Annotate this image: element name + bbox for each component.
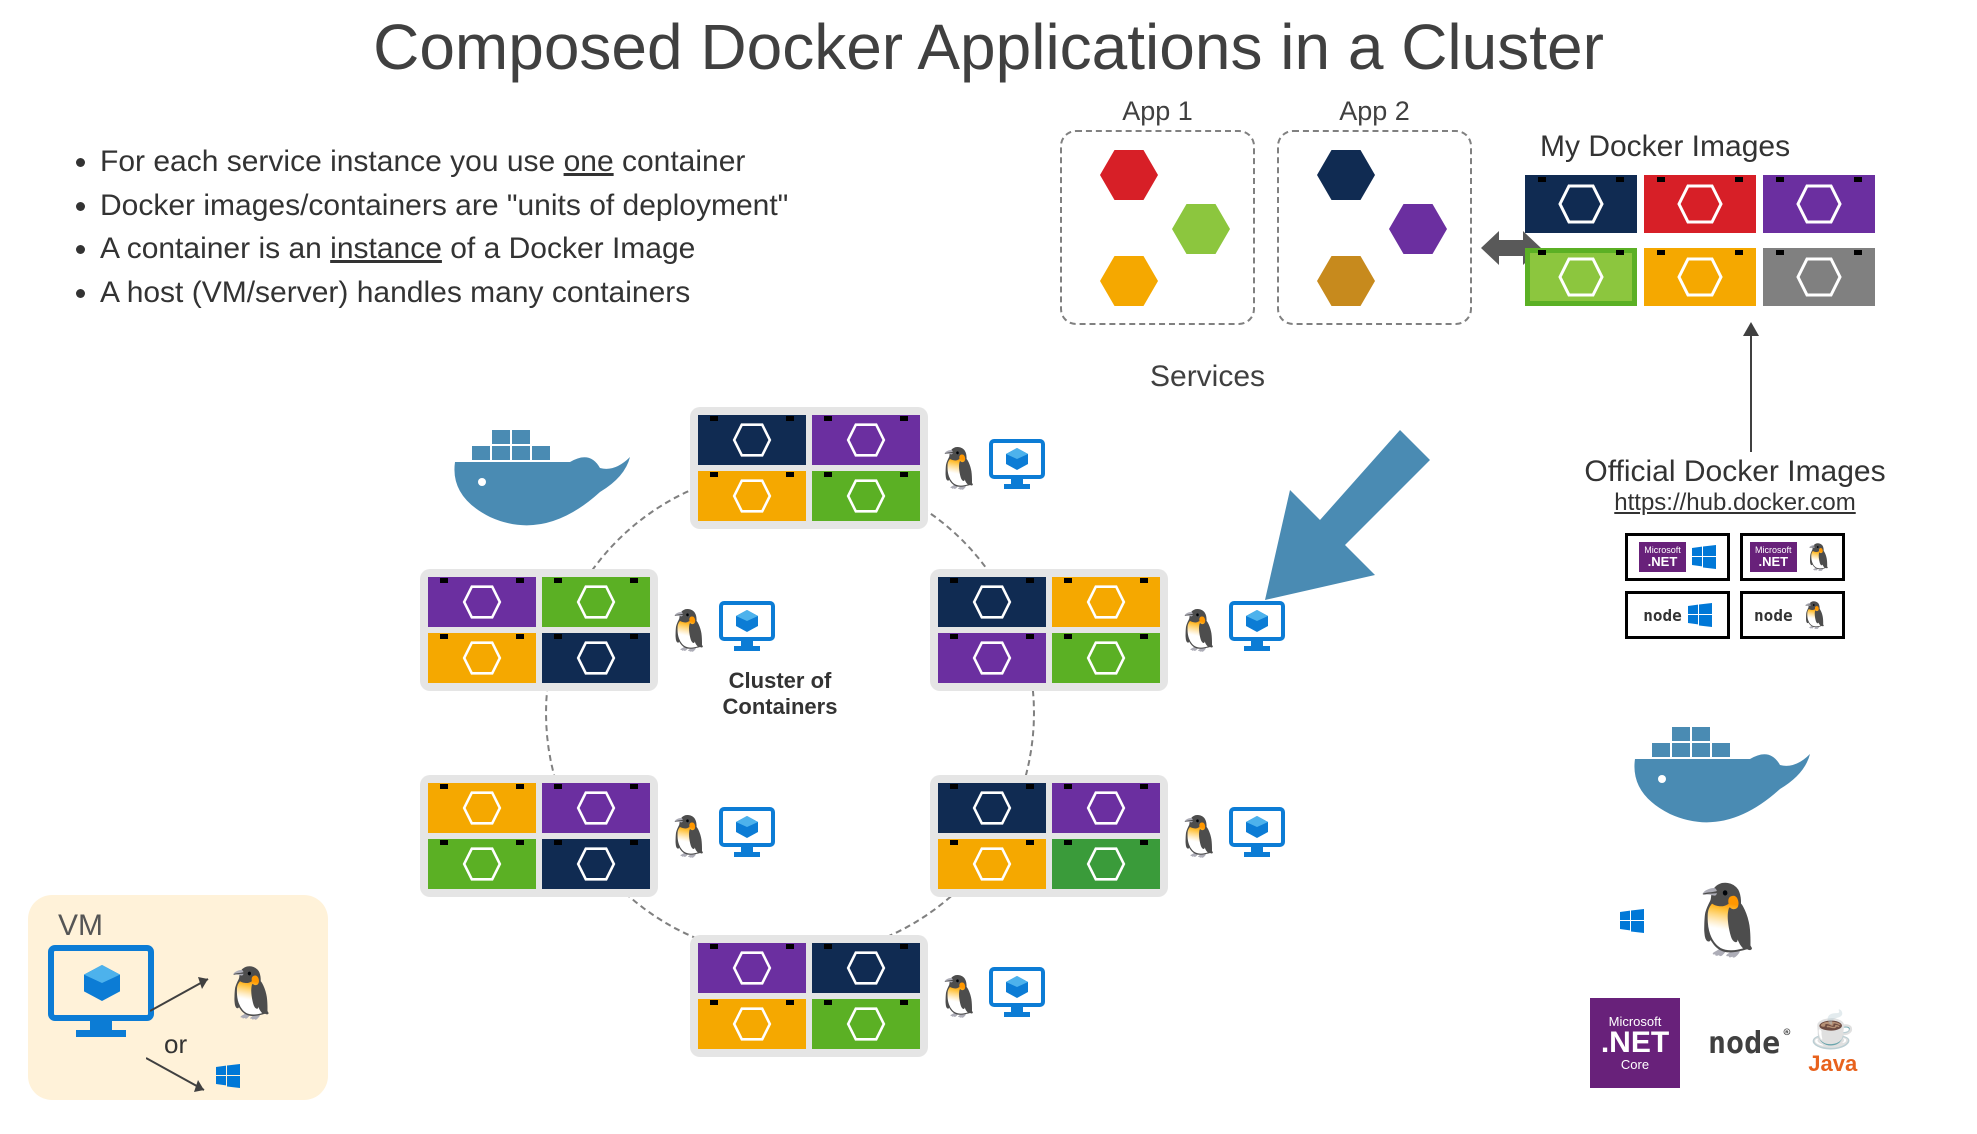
container-box (938, 783, 1046, 833)
container-box (812, 999, 920, 1049)
official-image-box: Microsoft.NET🐧 (1740, 533, 1845, 581)
container-box (938, 633, 1046, 683)
tech-logos: Microsoft .NET Core node ☕ Java (1590, 998, 1857, 1088)
cluster-node: 🐧 (930, 770, 1275, 902)
docker-whale-icon-right (1630, 719, 1820, 844)
app2-box: App 2 (1277, 130, 1472, 325)
windows-icon (1620, 909, 1644, 933)
service-hex (1100, 150, 1158, 200)
node-container-grid (930, 569, 1168, 691)
docker-image-box (1525, 248, 1637, 306)
vm-arrow-top (150, 971, 220, 1015)
bullet-3: A container is an instance of a Docker I… (100, 227, 788, 271)
cluster-node: 🐧 (420, 770, 765, 902)
up-arrow-icon (1740, 322, 1762, 452)
service-hex (1100, 256, 1158, 306)
vm-label: VM (58, 909, 310, 943)
container-box (938, 577, 1046, 627)
official-image-box: node (1625, 591, 1730, 639)
vm-arrow-bottom (146, 1054, 216, 1098)
container-box (698, 999, 806, 1049)
official-image-box: node🐧 (1740, 591, 1845, 639)
vm-explainer-box: VM 🐧 or (28, 895, 328, 1100)
vm-monitor-mini-icon (1228, 600, 1286, 661)
container-box (938, 839, 1046, 889)
service-hex (1317, 150, 1375, 200)
vm-monitor-mini-icon (718, 806, 776, 867)
container-box (542, 839, 650, 889)
official-images-section: Official Docker Images https://hub.docke… (1545, 455, 1925, 639)
vm-monitor-mini-icon (988, 438, 1046, 499)
vm-monitor-mini-icon (718, 600, 776, 661)
services-label: Services (1150, 360, 1265, 394)
vm-monitor-mini-icon (988, 966, 1046, 1027)
cluster-node: 🐧 (930, 564, 1275, 696)
tux-icon-node: 🐧 (664, 607, 714, 654)
tux-icon: 🐧 (1684, 880, 1771, 962)
node-container-grid (690, 407, 928, 529)
container-box (1052, 839, 1160, 889)
docker-image-box (1525, 175, 1637, 233)
container-box (428, 783, 536, 833)
docker-image-box (1763, 248, 1875, 306)
container-box (428, 633, 536, 683)
bullet-4: A host (VM/server) handles many containe… (100, 271, 788, 315)
tux-icon-node: 🐧 (664, 813, 714, 860)
container-box (698, 415, 806, 465)
page-title: Composed Docker Applications in a Cluste… (0, 0, 1977, 84)
container-box (1052, 783, 1160, 833)
container-box (812, 415, 920, 465)
os-icons-right: 🐧 (1620, 880, 1771, 962)
node-container-grid (420, 775, 658, 897)
container-box (812, 471, 920, 521)
container-box (542, 577, 650, 627)
dotnet-core-logo: Microsoft .NET Core (1590, 998, 1680, 1088)
docker-image-box (1644, 248, 1756, 306)
node-container-grid (690, 935, 928, 1057)
container-box (428, 839, 536, 889)
official-image-box: Microsoft.NET (1625, 533, 1730, 581)
cluster-node: 🐧 (690, 402, 1035, 534)
node-container-grid (930, 775, 1168, 897)
java-logo: ☕ Java (1808, 1009, 1857, 1077)
docker-image-box (1763, 175, 1875, 233)
my-docker-images-label: My Docker Images (1540, 130, 1790, 164)
bullet-1: For each service instance you use one co… (100, 140, 788, 184)
container-box (1052, 633, 1160, 683)
cluster-node: 🐧 (420, 564, 765, 696)
container-box (698, 943, 806, 993)
apps-area: App 1 App 2 (1060, 130, 1472, 325)
container-box (1052, 577, 1160, 627)
cluster-node: 🐧 (690, 930, 1035, 1062)
app1-box: App 1 (1060, 130, 1255, 325)
container-box (542, 633, 650, 683)
tux-icon-node: 🐧 (934, 445, 984, 492)
node-container-grid (420, 569, 658, 691)
service-hex (1389, 204, 1447, 254)
docker-image-box (1644, 175, 1756, 233)
app1-label: App 1 (1062, 96, 1253, 127)
tux-icon-node: 🐧 (934, 973, 984, 1020)
vm-monitor-mini-icon (1228, 806, 1286, 867)
bullet-list: For each service instance you use one co… (70, 140, 788, 314)
vm-monitor-icon (46, 943, 156, 1043)
service-hex (1172, 204, 1230, 254)
tux-icon-node: 🐧 (1174, 607, 1224, 654)
container-box (542, 783, 650, 833)
nodejs-logo: node (1708, 1026, 1780, 1061)
docker-hub-link[interactable]: https://hub.docker.com (1545, 489, 1925, 517)
official-images-title: Official Docker Images (1545, 455, 1925, 489)
container-box (698, 471, 806, 521)
tux-icon-node: 🐧 (1174, 813, 1224, 860)
container-box (812, 943, 920, 993)
my-docker-images-grid (1525, 175, 1875, 314)
container-box (428, 577, 536, 627)
bullet-2: Docker images/containers are "units of d… (100, 184, 788, 228)
tux-icon-vm: 🐧 (220, 964, 282, 1023)
service-hex (1317, 256, 1375, 306)
cluster-diagram: Cluster of Containers 🐧🐧🐧🐧🐧🐧 (390, 420, 1170, 1100)
app2-label: App 2 (1279, 96, 1470, 127)
windows-icon-vm (216, 1064, 240, 1088)
